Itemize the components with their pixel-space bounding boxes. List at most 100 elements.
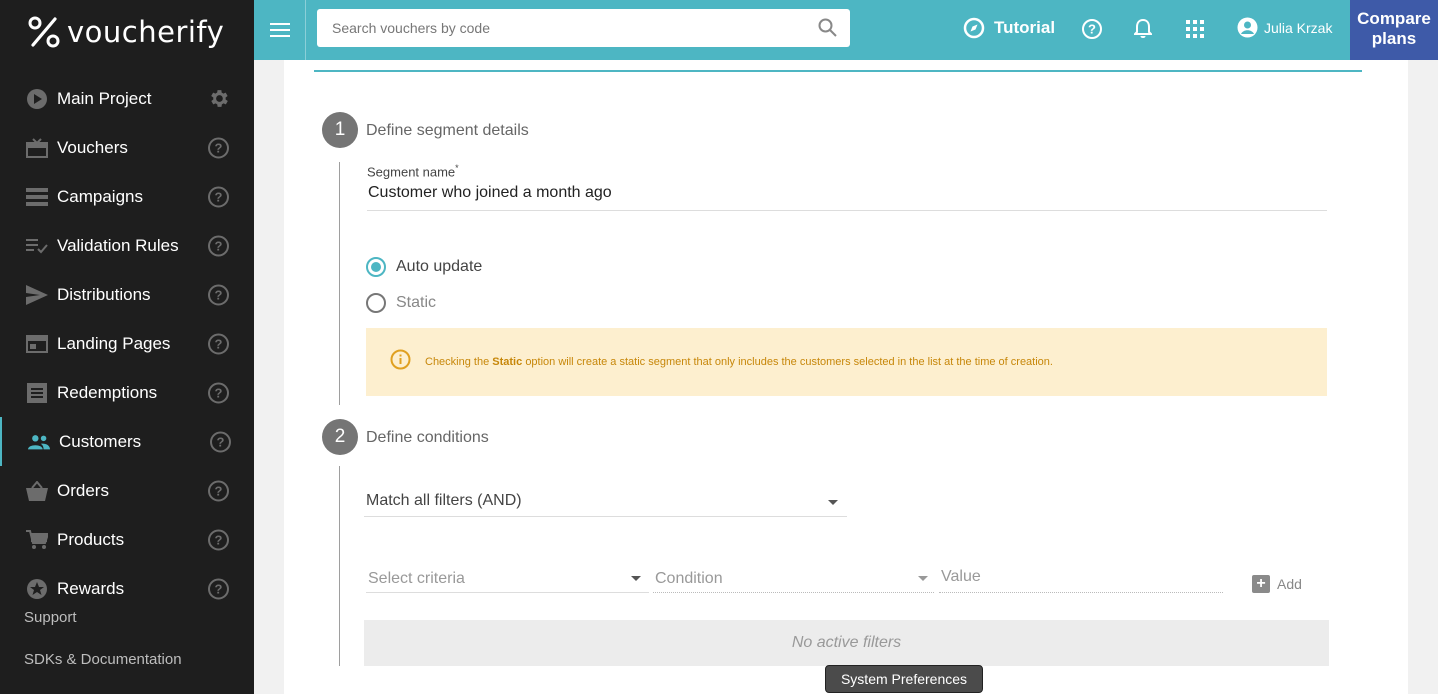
static-radio[interactable]: Static	[366, 293, 436, 313]
help-icon[interactable]: ?	[208, 284, 229, 305]
sidebar-item-customers[interactable]: Customers ?	[0, 417, 254, 466]
sidebar-item-label: Orders	[57, 480, 109, 500]
list-icon	[26, 186, 48, 208]
sidebar-item-label: Customers	[59, 431, 142, 451]
sidebar-item-validation-rules[interactable]: Validation Rules ?	[0, 221, 254, 270]
sidebar-item-orders[interactable]: Orders ?	[0, 466, 254, 515]
header-divider	[314, 70, 1362, 72]
notification-bell-icon[interactable]	[1131, 17, 1155, 41]
sidebar-item-products[interactable]: Products ?	[0, 515, 254, 564]
search-input[interactable]	[317, 9, 797, 47]
help-icon[interactable]: ?	[208, 578, 229, 599]
help-icon[interactable]: ?	[208, 529, 229, 550]
value-input[interactable]: Value	[939, 566, 1223, 593]
help-circle-icon[interactable]: ?	[1080, 17, 1104, 41]
help-icon[interactable]: ?	[208, 333, 229, 354]
step-1-title: Define segment details	[366, 122, 529, 139]
user-menu[interactable]: Julia Krzak	[1237, 17, 1332, 38]
step-2-title: Define conditions	[366, 429, 489, 446]
step-1-connector	[339, 162, 340, 405]
search-icon[interactable]	[818, 18, 837, 42]
condition-select[interactable]: Condition	[653, 567, 934, 593]
sidebar-item-label: Rewards	[57, 578, 125, 598]
condition-placeholder: Condition	[655, 570, 723, 587]
auto-update-label: Auto update	[396, 258, 483, 275]
gift-icon	[26, 137, 48, 159]
web-icon	[26, 333, 48, 355]
sidebar-item-label: Validation Rules	[57, 235, 179, 255]
system-preferences-tooltip: System Preferences	[825, 665, 983, 693]
play-circle-icon	[26, 88, 48, 110]
sidebar-item-landing-pages[interactable]: Landing Pages ?	[0, 319, 254, 368]
step-1-badge: 1	[322, 112, 358, 148]
support-link[interactable]: Support	[24, 609, 77, 626]
static-info-banner: Checking the Static option will create a…	[366, 328, 1327, 396]
add-filter-button[interactable]: + Add	[1252, 575, 1302, 593]
sidebar-item-label: Main Project	[57, 88, 152, 108]
help-icon[interactable]: ?	[208, 137, 229, 158]
sdks-documentation-link[interactable]: SDKs & Documentation	[24, 651, 182, 668]
chevron-down-icon	[631, 576, 641, 581]
checklist-icon	[26, 235, 48, 257]
segment-name-input[interactable]: Customer who joined a month ago	[367, 184, 1327, 211]
sidebar: voucherify Main Project Vouchers ? Campa…	[0, 0, 254, 694]
tutorial-button[interactable]: Tutorial	[963, 17, 1055, 39]
hamburger-icon	[269, 23, 290, 37]
info-icon	[390, 349, 411, 375]
segment-form-panel: 1 Define segment details Segment name* C…	[284, 60, 1408, 694]
sidebar-item-vouchers[interactable]: Vouchers ?	[0, 123, 254, 172]
sidebar-item-label: Redemptions	[57, 382, 158, 402]
topbar: Tutorial ? Julia Krzak Compare plans	[254, 0, 1438, 60]
help-icon[interactable]: ?	[210, 431, 231, 452]
tutorial-label: Tutorial	[994, 18, 1056, 37]
user-name: Julia Krzak	[1264, 19, 1333, 36]
compass-icon	[963, 17, 985, 39]
static-info-text: Checking the Static option will create a…	[425, 356, 1053, 368]
compare-plans-line2: plans	[1371, 29, 1417, 48]
value-placeholder: Value	[941, 568, 981, 585]
voucherify-logo[interactable]: voucherify	[27, 14, 224, 50]
help-icon[interactable]: ?	[208, 186, 229, 207]
step-2-connector	[339, 466, 340, 666]
compare-plans-button[interactable]: Compare plans	[1350, 0, 1438, 60]
sidebar-item-label: Distributions	[57, 284, 151, 304]
step-2-badge: 2	[322, 419, 358, 455]
star-icon	[26, 578, 48, 600]
sidebar-item-label: Vouchers	[57, 137, 128, 157]
criteria-select[interactable]: Select criteria	[366, 567, 649, 593]
sidebar-item-rewards[interactable]: Rewards ?	[0, 564, 254, 613]
search-box	[317, 9, 850, 47]
sidebar-item-label: Campaigns	[57, 186, 143, 206]
menu-toggle-button[interactable]	[254, 0, 306, 60]
account-circle-icon	[1237, 17, 1258, 38]
chevron-down-icon	[828, 500, 838, 505]
receipt-icon	[26, 382, 48, 404]
sidebar-item-redemptions[interactable]: Redemptions ?	[0, 368, 254, 417]
static-label: Static	[396, 294, 437, 311]
sidebar-item-label: Products	[57, 529, 125, 549]
help-icon[interactable]: ?	[208, 480, 229, 501]
help-icon[interactable]: ?	[208, 235, 229, 256]
plus-icon: +	[1252, 575, 1270, 593]
add-label: Add	[1277, 576, 1302, 592]
sidebar-item-main-project[interactable]: Main Project	[0, 74, 254, 123]
radio-circle	[366, 257, 386, 277]
sidebar-item-campaigns[interactable]: Campaigns ?	[0, 172, 254, 221]
chevron-down-icon	[918, 576, 928, 581]
percent-logo-icon	[28, 16, 60, 48]
people-icon	[28, 431, 50, 453]
sidebar-item-distributions[interactable]: Distributions ?	[0, 270, 254, 319]
apps-grid-icon[interactable]	[1183, 17, 1207, 41]
radio-circle	[366, 293, 386, 313]
send-icon	[26, 284, 48, 306]
compare-plans-line1: Compare	[1357, 9, 1431, 28]
help-icon[interactable]: ?	[208, 382, 229, 403]
no-active-filters: No active filters	[364, 620, 1329, 666]
gear-icon[interactable]	[207, 87, 230, 115]
auto-update-radio[interactable]: Auto update	[366, 257, 482, 277]
cart-icon	[26, 529, 48, 551]
basket-icon	[26, 480, 48, 502]
logo-text: voucherify	[67, 15, 225, 49]
segment-name-label: Segment name*	[367, 163, 459, 180]
match-filters-select[interactable]: Match all filters (AND)	[364, 490, 847, 517]
